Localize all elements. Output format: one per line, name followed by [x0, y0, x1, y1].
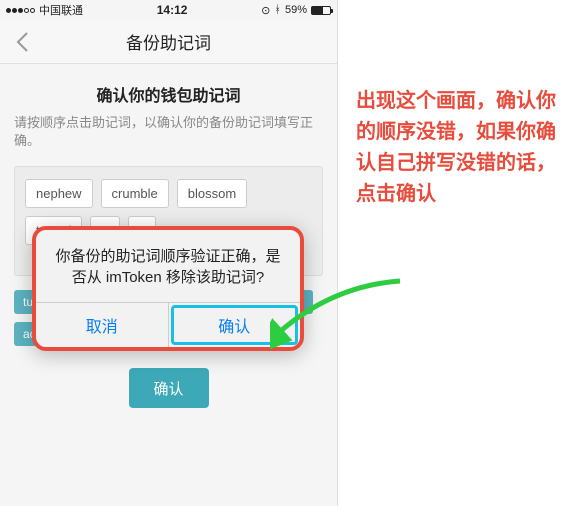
selected-word-chip[interactable]: crumble	[101, 179, 169, 208]
status-left: 中国联通	[6, 2, 83, 18]
dialog-confirm-button[interactable]: 确认	[168, 303, 301, 347]
status-bar: 中国联通 14:12 ⊙ ᚼ 59%	[0, 0, 337, 20]
phone-frame: 中国联通 14:12 ⊙ ᚼ 59% 备份助记词 确认你的钱包助记词 请按顺序点…	[0, 0, 338, 506]
nav-header: 备份助记词	[0, 20, 337, 64]
battery-icon	[311, 6, 331, 15]
selected-word-chip[interactable]: nephew	[25, 179, 93, 208]
back-button[interactable]	[0, 20, 44, 64]
annotation-text: 出现这个画面，确认你的顺序没错，如果你确认自己拼写没错的话，点击确认	[356, 86, 556, 210]
bluetooth-icon: ᚼ	[274, 4, 281, 16]
page-subtitle: 确认你的钱包助记词	[14, 82, 323, 106]
carrier-label: 中国联通	[39, 2, 83, 18]
confirm-button[interactable]: 确认	[129, 368, 209, 408]
page-description: 请按顺序点击助记词，以确认你的备份助记词填写正确。	[14, 114, 323, 150]
selected-word-chip[interactable]: blossom	[177, 179, 247, 208]
dialog-button-row: 取消 确认	[36, 302, 300, 347]
battery-pct-label: 59%	[285, 4, 307, 16]
status-right: ⊙ ᚼ 59%	[261, 4, 331, 17]
confirm-dialog: 你备份的助记词顺序验证正确，是否从 imToken 移除该助记词? 取消 确认	[32, 226, 304, 351]
clock-label: 14:12	[157, 3, 188, 17]
dialog-cancel-button[interactable]: 取消	[36, 303, 168, 347]
alarm-icon: ⊙	[261, 4, 270, 17]
signal-icon	[6, 8, 35, 13]
nav-title: 备份助记词	[0, 29, 337, 54]
chevron-left-icon	[15, 31, 29, 53]
dialog-message: 你备份的助记词顺序验证正确，是否从 imToken 移除该助记词?	[36, 230, 300, 302]
